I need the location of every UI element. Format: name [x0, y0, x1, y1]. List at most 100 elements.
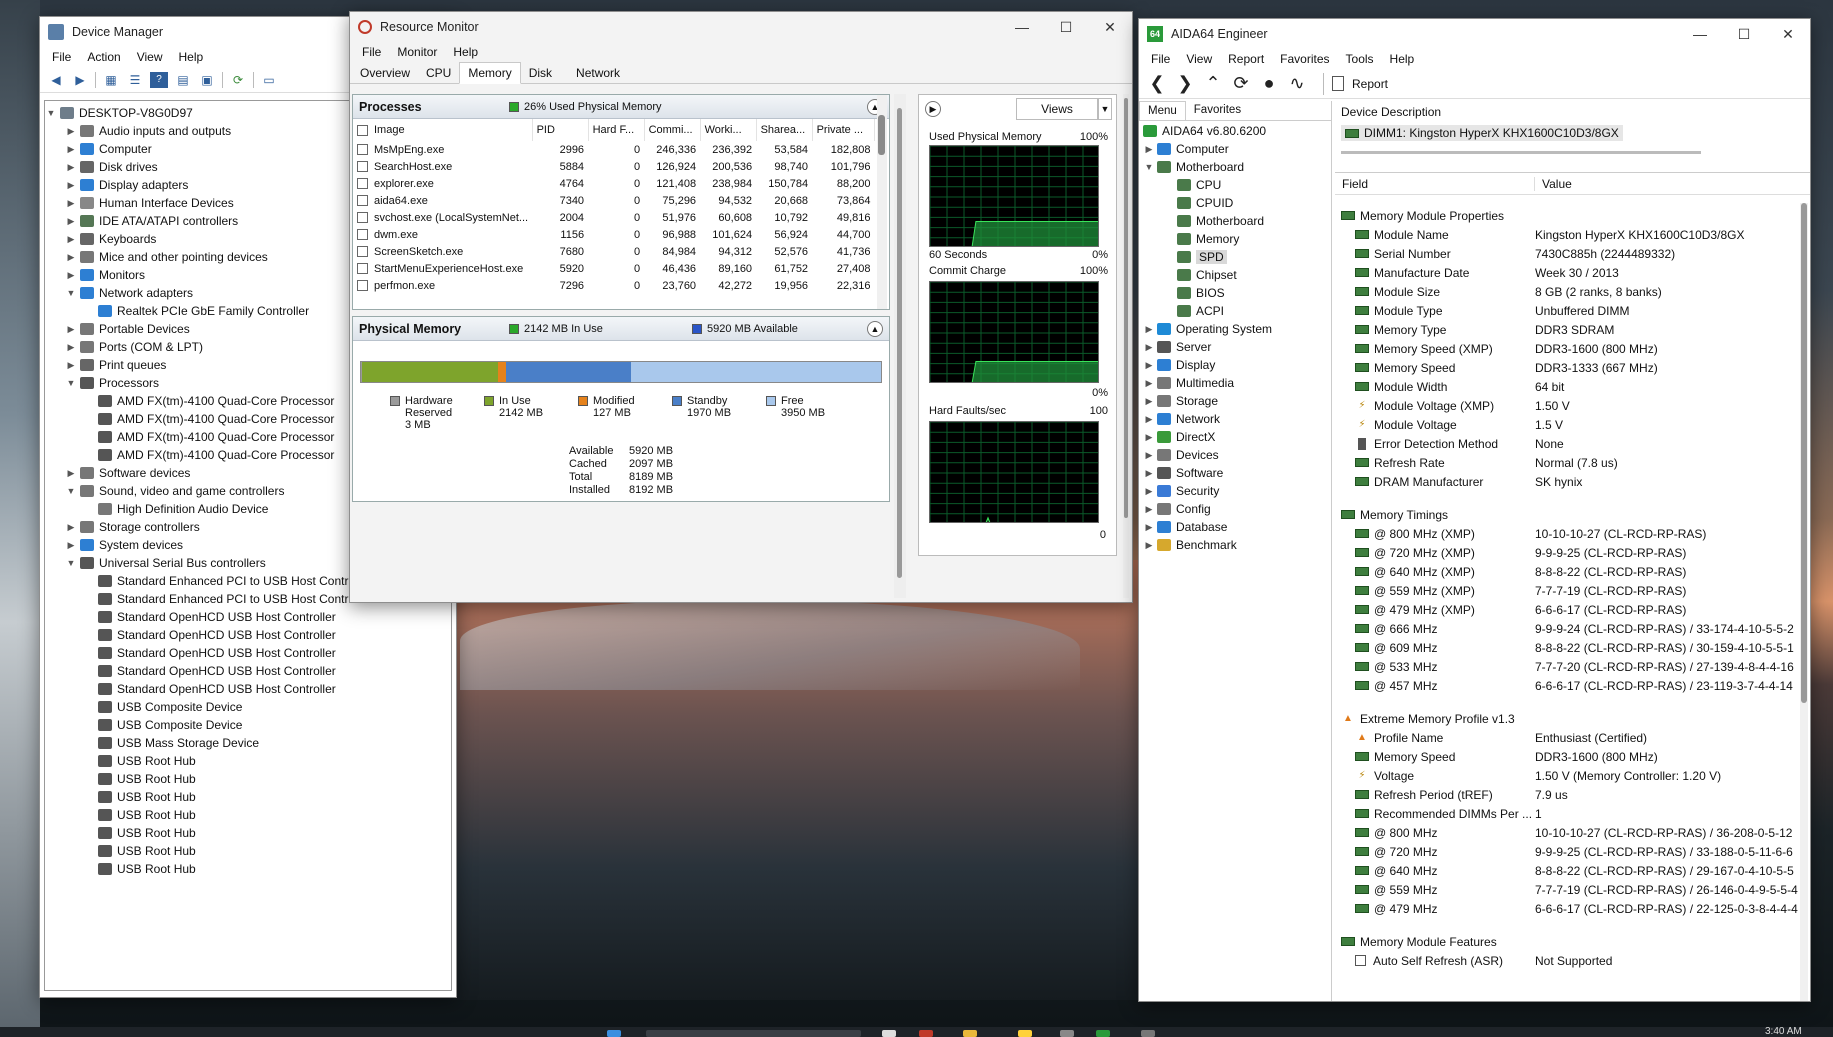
column-image[interactable]: Image: [353, 119, 533, 141]
data-row[interactable]: Module Size 8 GB (2 ranks, 8 banks): [1335, 282, 1798, 301]
data-row[interactable]: @ 479 MHz 6-6-6-17 (CL-RCD-RP-RAS) / 22-1…: [1335, 899, 1798, 918]
data-row[interactable]: @ 640 MHz (XMP) 8-8-8-22 (CL-RCD-RP-RAS): [1335, 562, 1798, 581]
checkbox-icon[interactable]: [357, 263, 368, 275]
search-box[interactable]: [646, 1030, 861, 1037]
data-row[interactable]: @ 479 MHz (XMP) 6-6-6-17 (CL-RCD-RP-RAS): [1335, 600, 1798, 619]
chevron-right-icon[interactable]: ▶: [65, 216, 77, 227]
data-row[interactable]: Manufacture Date Week 30 / 2013: [1335, 263, 1798, 282]
taskbar-app-icon[interactable]: [882, 1030, 896, 1037]
checkbox-icon[interactable]: [357, 178, 368, 190]
data-row[interactable]: ⚡ Voltage 1.50 V (Memory Controller: 1.20 …: [1335, 766, 1798, 785]
device-item[interactable]: USB Composite Device: [45, 716, 451, 734]
driver-details-icon[interactable]: ▤: [174, 72, 192, 88]
data-row[interactable]: @ 800 MHz 10-10-10-27 (CL-RCD-RP-RAS) / 3…: [1335, 823, 1798, 842]
nav-category[interactable]: ▶ DirectX: [1139, 428, 1331, 446]
chevron-down-icon[interactable]: ▼: [65, 288, 77, 298]
nav-category[interactable]: ▶ Config: [1139, 500, 1331, 518]
process-row[interactable]: explorer.exe 4764 0 121,408 238,984 150,784 88…: [353, 175, 875, 192]
graphs-scrollbar[interactable]: [1123, 94, 1129, 598]
checkbox-icon[interactable]: [357, 144, 368, 156]
help-icon[interactable]: ?: [150, 71, 168, 88]
chevron-right-icon[interactable]: ▶: [65, 126, 77, 137]
chevron-right-icon[interactable]: ▶: [65, 468, 77, 479]
chevron-right-icon[interactable]: ▶: [1143, 144, 1155, 155]
device-item[interactable]: USB Root Hub: [45, 842, 451, 860]
data-scroll-thumb[interactable]: [1801, 203, 1807, 703]
taskbar-clock[interactable]: 3:40 AM: [1765, 1027, 1802, 1037]
device-item[interactable]: USB Composite Device: [45, 698, 451, 716]
process-row[interactable]: MsMpEng.exe 2996 0 246,336 236,392 53,584 182,…: [353, 141, 875, 158]
menu-tools[interactable]: Tools: [1338, 52, 1382, 66]
data-section-row[interactable]: Memory Timings: [1335, 505, 1798, 524]
device-item[interactable]: Standard OpenHCD USB Host Controller: [45, 644, 451, 662]
checkbox-icon[interactable]: [357, 124, 368, 136]
data-section-row[interactable]: Memory Module Features: [1335, 932, 1798, 951]
nav-category[interactable]: ▶ Database: [1139, 518, 1331, 536]
close-icon[interactable]: ✕: [1766, 19, 1810, 49]
data-row[interactable]: Error Detection Method None: [1335, 434, 1798, 453]
nav-category[interactable]: ▶ Computer: [1139, 140, 1331, 158]
device-description-item[interactable]: DIMM1: Kingston HyperX KHX1600C10D3/8GX: [1341, 125, 1623, 141]
chevron-right-icon[interactable]: ▶: [1143, 378, 1155, 389]
properties-icon[interactable]: ▦: [102, 72, 120, 88]
chevron-right-icon[interactable]: ▶: [65, 180, 77, 191]
tab-overview[interactable]: Overview: [352, 63, 418, 83]
chevron-right-icon[interactable]: ▶: [65, 162, 77, 173]
chevron-right-icon[interactable]: ▶: [1143, 414, 1155, 425]
menu-report[interactable]: Report: [1220, 52, 1272, 66]
device-item[interactable]: USB Root Hub: [45, 824, 451, 842]
chevron-right-icon[interactable]: ▶: [1143, 396, 1155, 407]
data-row[interactable]: ⚡ Module Voltage (XMP) 1.50 V: [1335, 396, 1798, 415]
views-button[interactable]: Views: [1016, 98, 1098, 120]
chevron-right-icon[interactable]: ▶: [1143, 486, 1155, 497]
nav-category[interactable]: ▶ Benchmark: [1139, 536, 1331, 554]
nav-item[interactable]: ACPI: [1139, 302, 1331, 320]
chevron-right-icon[interactable]: ▶: [65, 342, 77, 353]
maximize-icon[interactable]: ☐: [1722, 19, 1766, 49]
process-row[interactable]: ScreenSketch.exe 7680 0 84,984 94,312 52,576 4…: [353, 243, 875, 260]
nav-category[interactable]: ▶ Security: [1139, 482, 1331, 500]
data-row[interactable]: Memory Speed DDR3-1333 (667 MHz): [1335, 358, 1798, 377]
minimize-icon[interactable]: —: [1000, 12, 1044, 42]
expand-icon[interactable]: ▶: [925, 101, 941, 117]
collapse-icon[interactable]: ▲: [867, 320, 883, 337]
menu-file[interactable]: File: [44, 50, 79, 64]
start-icon[interactable]: [607, 1030, 621, 1037]
data-row[interactable]: Memory Speed DDR3-1600 (800 MHz): [1335, 747, 1798, 766]
taskbar-app-icon[interactable]: [1060, 1030, 1074, 1037]
data-section-row[interactable]: ▲ Extreme Memory Profile v1.3: [1335, 709, 1798, 728]
data-row[interactable]: Module Name Kingston HyperX KHX1600C10D3/…: [1335, 225, 1798, 244]
nav-category[interactable]: ▶ Network: [1139, 410, 1331, 428]
taskbar-app-icon[interactable]: [919, 1030, 933, 1037]
close-icon[interactable]: ✕: [1088, 12, 1132, 42]
minimize-icon[interactable]: —: [1678, 19, 1722, 49]
nav-category[interactable]: ▶ Operating System: [1139, 320, 1331, 338]
checkbox-icon[interactable]: [357, 212, 368, 224]
data-row[interactable]: Module Type Unbuffered DIMM: [1335, 301, 1798, 320]
chart-icon[interactable]: ∿: [1287, 73, 1307, 95]
chevron-right-icon[interactable]: ▶: [65, 252, 77, 263]
chevron-down-icon[interactable]: ▼: [65, 378, 77, 388]
chevron-right-icon[interactable]: ▶: [1143, 450, 1155, 461]
chevron-right-icon[interactable]: ▶: [65, 540, 77, 551]
menu-file[interactable]: File: [1143, 52, 1178, 66]
forward-arrow-icon[interactable]: ▶: [71, 72, 89, 88]
menu-help[interactable]: Help: [1382, 52, 1423, 66]
device-item[interactable]: USB Root Hub: [45, 806, 451, 824]
process-row[interactable]: dwm.exe 1156 0 96,988 101,624 56,924 44,700: [353, 226, 875, 243]
list-view-icon[interactable]: ☰: [126, 72, 144, 88]
device-item[interactable]: USB Mass Storage Device: [45, 734, 451, 752]
nav-item[interactable]: Memory: [1139, 230, 1331, 248]
column-commit[interactable]: Commi...: [644, 119, 701, 141]
data-scrollbar[interactable]: [1800, 203, 1808, 1001]
device-item[interactable]: Standard OpenHCD USB Host Controller: [45, 662, 451, 680]
chevron-right-icon[interactable]: ▶: [1143, 468, 1155, 479]
column-hard-faults[interactable]: Hard F...: [588, 119, 645, 141]
data-section-row[interactable]: Memory Module Properties: [1335, 206, 1798, 225]
back-arrow-icon[interactable]: ◀: [47, 72, 65, 88]
data-row[interactable]: @ 800 MHz (XMP) 10-10-10-27 (CL-RCD-RP-RA…: [1335, 524, 1798, 543]
data-row[interactable]: @ 720 MHz 9-9-9-25 (CL-RCD-RP-RAS) / 33-1…: [1335, 842, 1798, 861]
data-row[interactable]: Auto Self Refresh (ASR) Not Supported: [1335, 951, 1798, 970]
chevron-right-icon[interactable]: ▶: [1143, 432, 1155, 443]
taskbar-app-icon[interactable]: [1018, 1030, 1032, 1037]
